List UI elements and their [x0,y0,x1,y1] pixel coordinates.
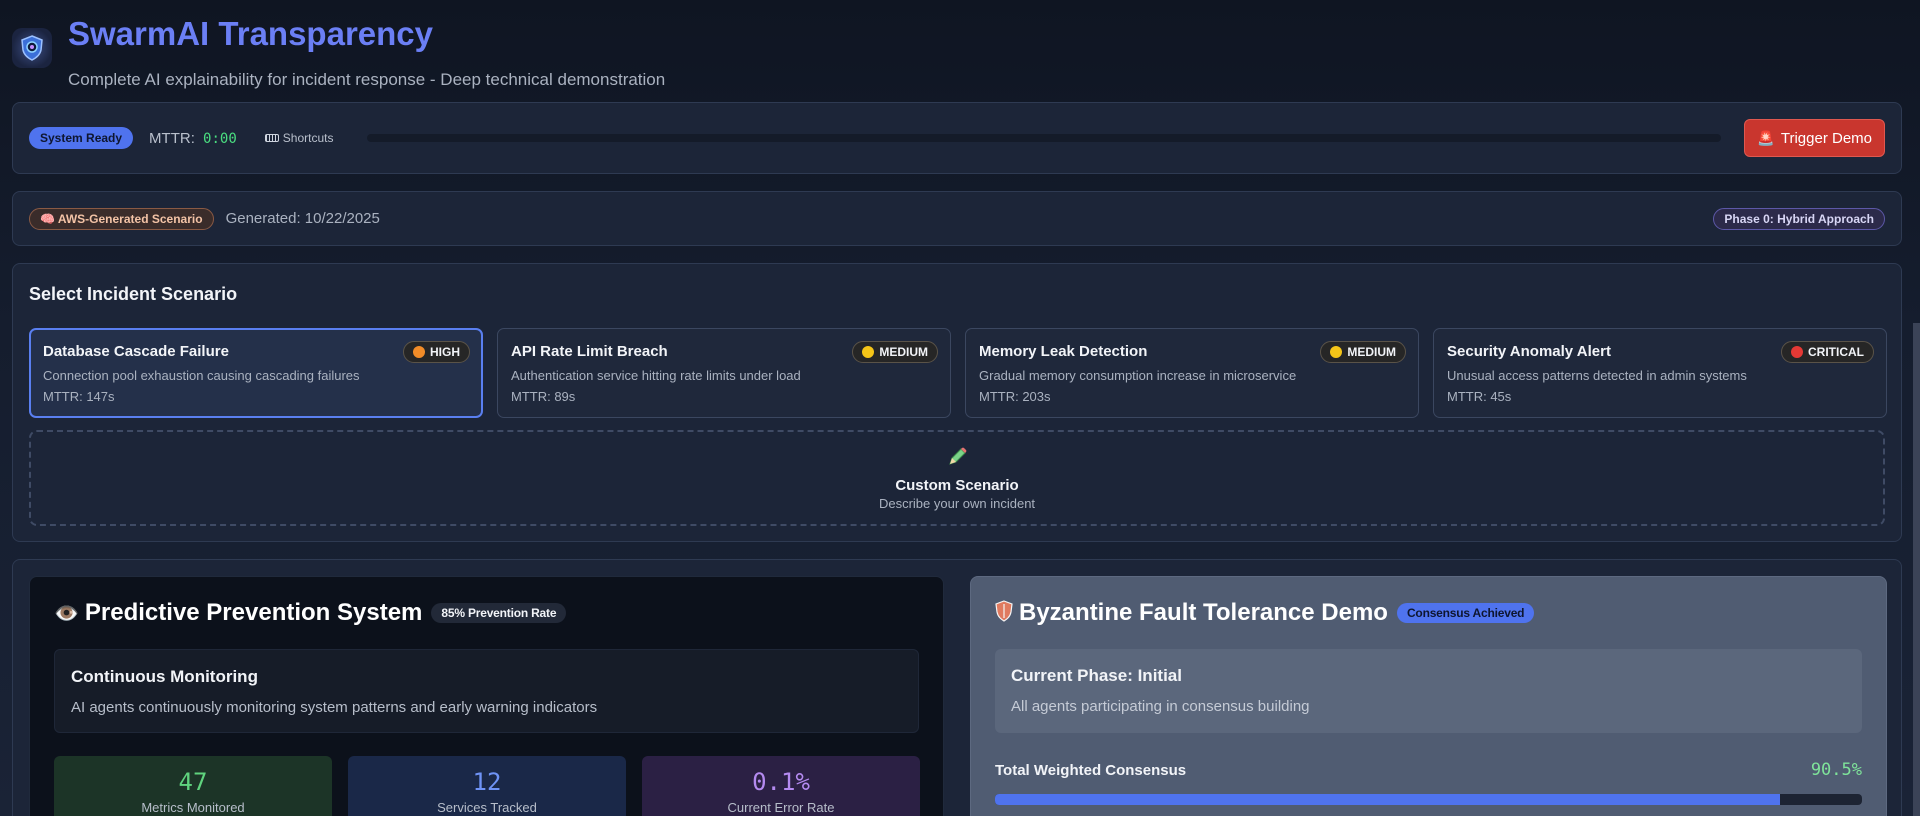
consensus-value: 90.5% [1810,760,1862,780]
severity-label: MEDIUM [879,345,928,359]
severity-label: CRITICAL [1808,345,1864,359]
byzantine-title: Byzantine Fault Tolerance Demo [1019,599,1388,626]
brain-icon: 🧠 [40,211,55,226]
severity-dot-icon [862,346,875,358]
severity-dot-icon [1791,346,1803,358]
shortcuts-button[interactable]: Shortcuts [264,131,334,145]
metric-tile: 12 Services Tracked [348,756,626,816]
system-status-badge: System Ready [29,127,134,149]
prevention-rate-badge: 85% Prevention Rate [431,603,567,623]
pencil-icon [946,446,968,473]
scenario-description: Connection pool exhaustion causing casca… [43,368,360,383]
consensus-phase-box: Current Phase: Initial All agents partic… [995,649,1862,733]
predictive-prevention-header: 👁️ Predictive Prevention System 85% Prev… [54,599,567,627]
shield-logo-icon [12,28,52,68]
consensus-summary: Total Weighted Consensus 90.5% [995,760,1862,780]
scenario-section-title: Select Incident Scenario [29,284,238,304]
severity-dot-icon [413,346,425,358]
consensus-progress-bar [995,794,1862,805]
scenario-card-security-anomaly[interactable]: Security Anomaly Alert CRITICAL Unusual … [1433,328,1887,418]
severity-badge: MEDIUM [852,341,938,363]
severity-badge: HIGH [403,341,470,363]
metric-label: Metrics Monitored [141,800,245,815]
phase-title: Current Phase: Initial [1011,666,1182,685]
generated-date: Generated: 10/22/2025 [225,210,380,227]
mttr-value: 0:00 [203,130,237,147]
monitoring-description: AI agents continuously monitoring system… [71,699,598,716]
byzantine-header: Byzantine Fault Tolerance Demo Consensus… [995,599,1535,627]
predictive-prevention-card: 👁️ Predictive Prevention System 85% Prev… [29,576,944,816]
demo-progress-bar [367,134,1722,142]
custom-scenario-subtitle: Describe your own incident [878,495,1036,511]
scenario-card-memory-leak[interactable]: Memory Leak Detection MEDIUM Gradual mem… [965,328,1419,418]
scenario-description: Authentication service hitting rate limi… [511,368,801,383]
scenario-meta-bar: 🧠 AWS-Generated Scenario Generated: 10/2… [12,191,1902,246]
metric-tile: 0.1% Current Error Rate [642,756,920,816]
scenario-card-database-cascade[interactable]: Database Cascade Failure HIGH Connection… [29,328,483,418]
byzantine-fault-tolerance-card: Byzantine Fault Tolerance Demo Consensus… [970,576,1887,816]
consensus-progress-fill [995,794,1780,805]
shortcuts-label: Shortcuts [282,131,334,145]
aws-scenario-badge: 🧠 AWS-Generated Scenario [29,207,214,230]
metric-label: Current Error Rate [727,800,835,815]
phase-description: All agents participating in consensus bu… [1011,698,1310,715]
metric-value: 0.1% [752,768,810,796]
severity-label: MEDIUM [1347,345,1396,359]
scenario-mttr: MTTR: 203s [979,389,1051,404]
consensus-badge: Consensus Achieved [1396,603,1535,623]
metric-tile: 47 Metrics Monitored [54,756,332,816]
scenario-selector: Select Incident Scenario Database Cascad… [12,263,1902,542]
shield-icon [995,599,1013,627]
trigger-demo-label: Trigger Demo [1780,129,1872,147]
app-header: SwarmAI Transparency Complete AI explain… [12,14,665,90]
predictive-prevention-title: Predictive Prevention System [84,599,423,626]
status-bar: System Ready MTTR: 0:00 Shortcuts 🚨 Trig… [12,102,1902,174]
metric-value: 12 [472,768,502,796]
severity-badge: MEDIUM [1320,341,1406,363]
severity-badge: CRITICAL [1781,341,1874,363]
consensus-label: Total Weighted Consensus [995,761,1187,779]
page: SwarmAI Transparency Complete AI explain… [0,0,1920,816]
aws-scenario-label: AWS-Generated Scenario [57,211,203,226]
eye-icon: 👁️ [54,602,79,625]
trigger-demo-button[interactable]: 🚨 Trigger Demo [1744,119,1885,157]
scenario-cards: Database Cascade Failure HIGH Connection… [29,328,1887,418]
monitoring-status-box: Continuous Monitoring AI agents continuo… [54,649,919,733]
scenario-mttr: MTTR: 147s [43,389,115,404]
severity-dot-icon [1330,346,1343,358]
mttr-readout: MTTR: 0:00 [149,130,237,147]
metric-label: Services Tracked [437,800,537,815]
scenario-description: Gradual memory consumption increase in m… [979,368,1297,383]
scenario-card-api-rate-limit[interactable]: API Rate Limit Breach MEDIUM Authenticat… [497,328,951,418]
severity-label: HIGH [430,345,460,359]
keyboard-icon [264,134,279,142]
app-subtitle: Complete AI explainability for incident … [68,70,666,89]
scenario-mttr: MTTR: 45s [1447,389,1512,404]
custom-scenario-title: Custom Scenario [895,476,1019,494]
page-scrollbar[interactable] [1913,323,1920,816]
scenario-description: Unusual access patterns detected in admi… [1447,368,1747,383]
scenario-mttr: MTTR: 89s [511,389,576,404]
demo-panels: 👁️ Predictive Prevention System 85% Prev… [12,559,1902,816]
monitoring-title: Continuous Monitoring [71,667,258,686]
custom-scenario-button[interactable]: Custom Scenario Describe your own incide… [29,430,1885,526]
siren-icon: 🚨 [1757,129,1775,146]
prevention-metrics: 47 Metrics Monitored 12 Services Tracked… [54,756,920,816]
mttr-label: MTTR: [149,129,195,147]
app-title: SwarmAI Transparency [68,15,433,52]
metric-value: 47 [178,768,208,796]
phase-badge: Phase 0: Hybrid Approach [1713,207,1885,230]
